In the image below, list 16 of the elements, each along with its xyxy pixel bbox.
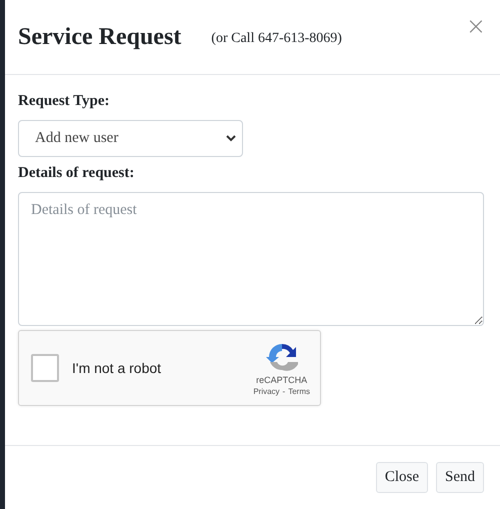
privacy-link[interactable]: Privacy: [253, 386, 280, 396]
field-label: Details of request:: [18, 165, 134, 182]
details-field[interactable]: Details of request: [18, 192, 484, 326]
captcha-checkbox[interactable]: [31, 354, 59, 382]
footer-button[interactable]: Close: [376, 462, 428, 493]
footer-button[interactable]: Send: [436, 462, 484, 493]
captcha-label: I'm not a robot: [72, 360, 162, 376]
chevron-icon: [226, 135, 236, 142]
dialog-subtitle: (or Call 647-613-8069): [211, 31, 342, 47]
field-label: Request Type:: [18, 93, 110, 110]
captcha-brand: reCAPTCHA: [256, 374, 308, 384]
dialog-title: Service Request: [18, 24, 182, 50]
separator: -: [282, 386, 286, 396]
terms-link[interactable]: Terms: [288, 386, 310, 396]
request-type-dropdown[interactable]: Add new user: [18, 120, 243, 157]
close-button[interactable]: ×: [466, 14, 486, 38]
